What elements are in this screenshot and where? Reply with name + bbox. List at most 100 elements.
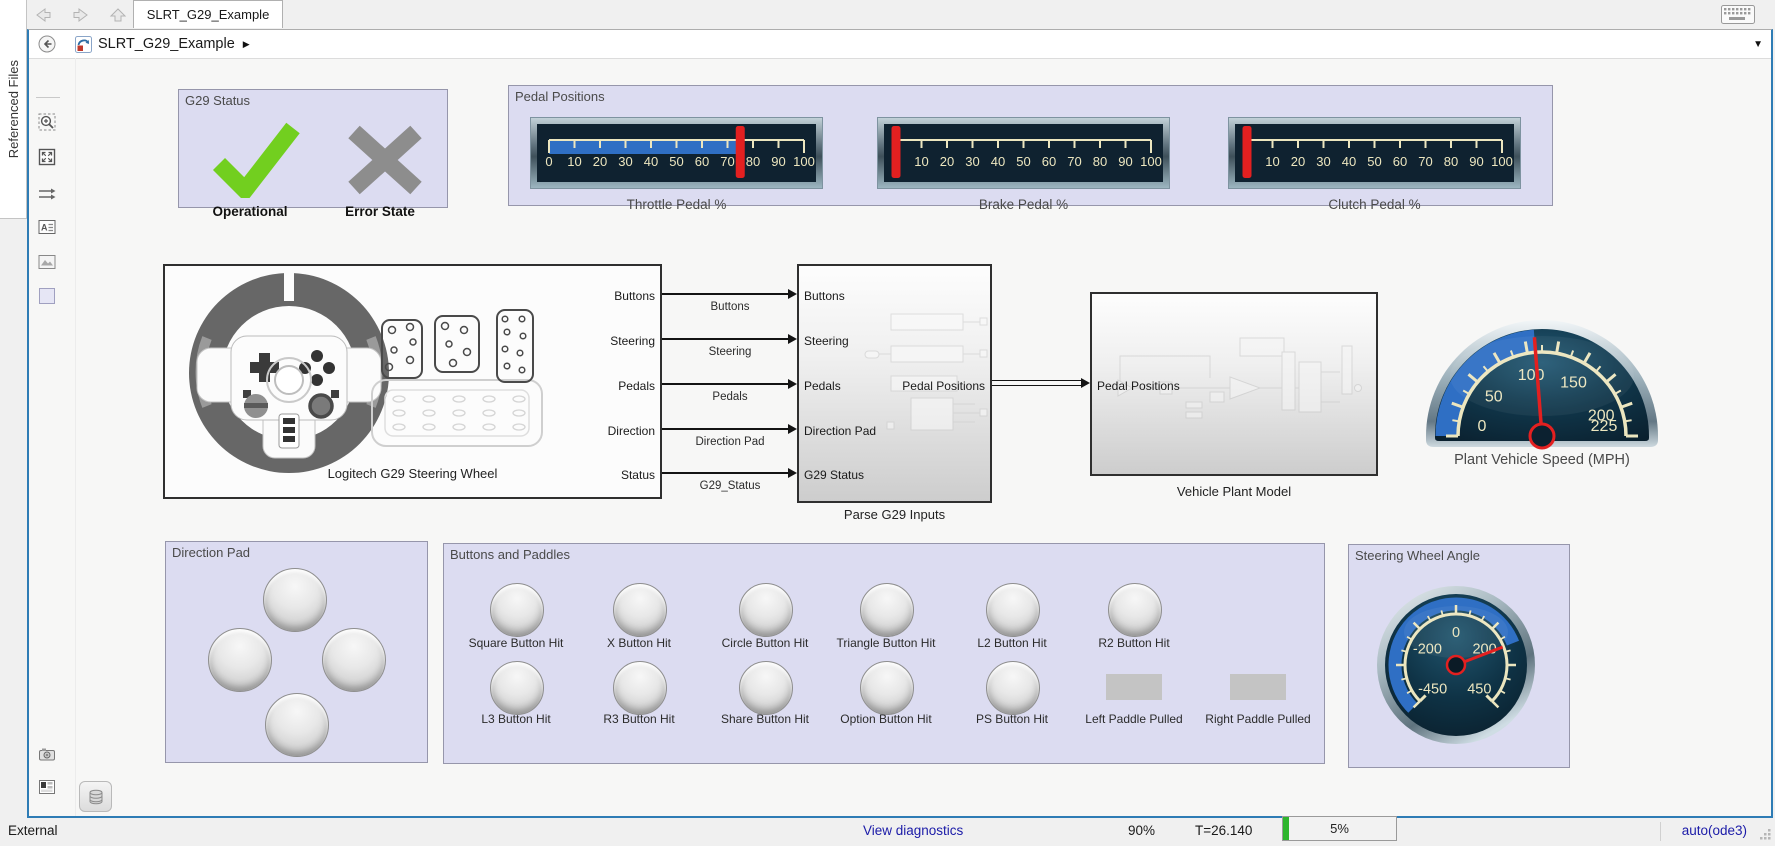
signal-line-pedals[interactable] — [662, 383, 789, 385]
svg-text:60: 60 — [1042, 154, 1056, 169]
svg-text:80: 80 — [746, 154, 760, 169]
svg-text:50: 50 — [1016, 154, 1030, 169]
svg-text:10: 10 — [914, 154, 928, 169]
svg-text:50: 50 — [669, 154, 683, 169]
lamp-triangle-button[interactable] — [860, 583, 914, 637]
signal-line-steering[interactable] — [662, 338, 789, 340]
lamp-r3-button[interactable] — [613, 661, 667, 715]
viewmarks-icon[interactable] — [37, 777, 57, 797]
svg-text:100: 100 — [1491, 154, 1513, 169]
lamp-dpad-down[interactable] — [265, 693, 329, 757]
bus-line[interactable] — [992, 385, 1081, 387]
lamp-right-paddle[interactable] — [1230, 674, 1286, 700]
lamp-label: R2 Button Hit — [1059, 636, 1209, 650]
solver-link[interactable]: auto(ode3) — [1682, 818, 1747, 844]
port-status: Status — [621, 467, 655, 483]
inport-g29-status: G29 Status — [804, 467, 864, 483]
sim-mode-label: External — [8, 818, 58, 844]
annotation-icon[interactable]: A — [37, 217, 57, 237]
svg-text:40: 40 — [1342, 154, 1356, 169]
port-buttons: Buttons — [614, 288, 655, 304]
brake-gauge[interactable]: 0102030405060708090100 — [877, 117, 1170, 189]
area-box-icon[interactable] — [37, 286, 57, 306]
vehicle-plant-model-block[interactable]: Pedal Positions — [1090, 292, 1378, 476]
zoom-region-icon[interactable] — [37, 112, 57, 132]
canvas-toolbar: A » — [29, 58, 76, 816]
lamp-option-button[interactable] — [860, 661, 914, 715]
image-icon[interactable] — [37, 252, 57, 272]
up-arrow-button[interactable] — [107, 5, 129, 25]
toolbar-divider — [36, 97, 60, 98]
view-diagnostics-link[interactable]: View diagnostics — [863, 818, 963, 844]
lamp-share-button[interactable] — [739, 661, 793, 715]
svg-text:20: 20 — [1291, 154, 1305, 169]
svg-text:100: 100 — [1140, 154, 1162, 169]
speed-gauge[interactable]: 050100150200225 — [1417, 310, 1667, 450]
signal-label-steering: Steering — [660, 346, 800, 358]
steering-angle-title: Steering Wheel Angle — [1355, 548, 1480, 563]
svg-text:30: 30 — [618, 154, 632, 169]
g29-wheel-block[interactable]: Logitech G29 Steering Wheel Buttons Stee… — [163, 264, 662, 499]
lamp-dpad-up[interactable] — [263, 568, 327, 632]
status-check-icon[interactable] — [207, 120, 302, 198]
back-arrow-button[interactable] — [32, 5, 54, 25]
fit-to-view-icon[interactable] — [37, 147, 57, 167]
back-circle-icon[interactable] — [37, 34, 57, 54]
g29-status-panel-title: G29 Status — [185, 93, 250, 108]
svg-text:50: 50 — [1367, 154, 1381, 169]
signal-arrowhead — [788, 379, 797, 389]
signal-label-g29-status: G29_Status — [660, 480, 800, 492]
lamp-dpad-right[interactable] — [322, 628, 386, 692]
inport-buttons: Buttons — [804, 288, 845, 304]
svg-text:0: 0 — [545, 154, 552, 169]
lamp-ps-button[interactable] — [986, 661, 1040, 715]
lamp-l2-button[interactable] — [986, 583, 1040, 637]
throttle-gauge[interactable]: 0102030405060708090100 — [530, 117, 823, 189]
svg-text:70: 70 — [1418, 154, 1432, 169]
buttons-paddles-title: Buttons and Paddles — [450, 547, 570, 562]
lamp-square-button[interactable] — [490, 583, 544, 637]
signal-label-pedals: Pedals — [660, 391, 800, 403]
lamp-dpad-left[interactable] — [208, 628, 272, 692]
data-inspector-button[interactable] — [79, 781, 112, 812]
steering-gauge[interactable]: -450-2000200450 — [1361, 570, 1551, 760]
route-signals-icon[interactable] — [37, 184, 57, 204]
status-bar: External View diagnostics 90% T=26.140 5… — [0, 818, 1775, 846]
resize-grip[interactable] — [1758, 827, 1772, 841]
sim-time: T=26.140 — [1195, 818, 1252, 844]
svg-text:10: 10 — [567, 154, 581, 169]
svg-text:90: 90 — [1469, 154, 1483, 169]
speed-gauge-label: Plant Vehicle Speed (MPH) — [1417, 452, 1667, 468]
status-cross-icon[interactable] — [337, 120, 432, 198]
bus-line[interactable] — [992, 380, 1081, 382]
g29-status-panel: G29 Status — [178, 89, 448, 208]
breadcrumb-dropdown-icon[interactable]: ▼ — [1753, 39, 1763, 50]
outport-pedal-positions: Pedal Positions — [902, 378, 985, 394]
breadcrumb-caret-icon[interactable]: ▶ — [243, 39, 250, 50]
clutch-gauge[interactable]: 0102030405060708090100 — [1228, 117, 1521, 189]
svg-text:30: 30 — [1316, 154, 1330, 169]
keyboard-icon[interactable] — [1721, 5, 1755, 24]
signal-line-buttons[interactable] — [662, 293, 789, 295]
lamp-r2-button[interactable] — [1108, 583, 1162, 637]
lamp-circle-button[interactable] — [739, 583, 793, 637]
forward-arrow-button[interactable] — [70, 5, 92, 25]
screenshot-camera-icon[interactable] — [37, 744, 57, 764]
plant-block-label: Vehicle Plant Model — [1090, 484, 1378, 499]
lamp-l3-button[interactable] — [490, 661, 544, 715]
buttons-paddles-panel: Buttons and Paddles Square Button Hit X … — [443, 543, 1325, 764]
lamp-left-paddle[interactable] — [1106, 674, 1162, 700]
steering-angle-panel: Steering Wheel Angle -450-2000200450 — [1348, 544, 1570, 768]
sim-progress-bar: 5% — [1282, 816, 1397, 841]
referenced-files-tab[interactable]: Referenced Files — [0, 0, 27, 219]
model-canvas[interactable]: G29 Status Operational Error State Pedal… — [75, 58, 1771, 816]
throttle-gauge-label: Throttle Pedal % — [530, 197, 823, 212]
svg-text:80: 80 — [1093, 154, 1107, 169]
breadcrumb-model-name[interactable]: SLRT_G29_Example — [98, 36, 235, 52]
signal-line-direction[interactable] — [662, 428, 789, 430]
lamp-x-button[interactable] — [613, 583, 667, 637]
tab-strip: SLRT_G29_Example — [27, 0, 1775, 29]
signal-line-status[interactable] — [662, 472, 789, 474]
model-tab[interactable]: SLRT_G29_Example — [133, 0, 283, 28]
parse-g29-inputs-block[interactable]: Buttons Steering Pedals Direction Pad G2… — [797, 264, 992, 503]
